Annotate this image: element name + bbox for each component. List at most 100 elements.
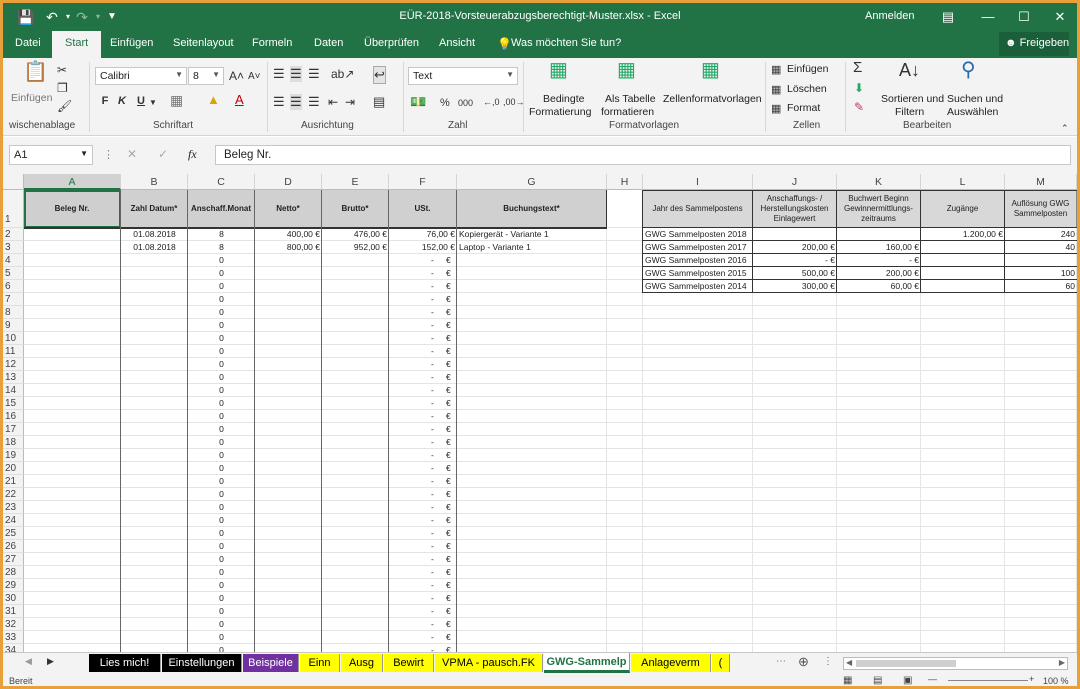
cancel-icon[interactable]: ✕: [127, 147, 137, 161]
find-select-label-2[interactable]: Auswählen: [947, 106, 998, 118]
header-cell-a[interactable]: Beleg Nr.: [24, 190, 121, 228]
sheet-tab-5[interactable]: Bewirt: [384, 654, 434, 672]
sheet-tab-2[interactable]: Beispiele: [243, 654, 299, 672]
page-break-view-icon[interactable]: ▣: [903, 675, 912, 686]
cell-f-dash[interactable]: -: [429, 345, 439, 357]
chevron-down-icon[interactable]: ▼: [149, 95, 157, 111]
cell-d3[interactable]: 800,00 €: [255, 241, 322, 253]
format-as-table-label-2[interactable]: formatieren: [601, 106, 654, 118]
zoom-in-icon[interactable]: +: [1029, 674, 1034, 684]
paste-icon[interactable]: 📋: [23, 62, 48, 88]
fill-icon[interactable]: ⬇: [854, 80, 864, 96]
cell-f-euro[interactable]: €: [444, 358, 456, 370]
cell-e2[interactable]: 476,00 €: [322, 228, 389, 240]
increase-decimal-icon[interactable]: ←,0: [483, 94, 500, 110]
gwg-cell-k3[interactable]: 160,00 €: [837, 241, 921, 253]
row-header[interactable]: 3: [3, 241, 24, 254]
cell-g2[interactable]: Kopiergerät - Variante 1: [457, 228, 607, 240]
column-header-m[interactable]: M: [1005, 174, 1077, 190]
orientation-icon[interactable]: ab↗: [331, 66, 354, 82]
sort-filter-label[interactable]: Sortieren und: [881, 93, 944, 105]
align-middle-icon[interactable]: ☰: [290, 66, 302, 82]
row-header[interactable]: 17: [3, 423, 24, 436]
sheet-tab-6[interactable]: VPMA - pausch.FK: [435, 654, 543, 672]
split-handle-icon[interactable]: ⋮: [823, 656, 833, 667]
row-header[interactable]: 1: [3, 190, 24, 228]
cell-f-dash[interactable]: -: [429, 254, 439, 266]
cell-c-zero[interactable]: 0: [188, 566, 255, 578]
row-header[interactable]: 13: [3, 371, 24, 384]
more-tabs-icon[interactable]: ⋯: [776, 656, 786, 667]
cell-c-zero[interactable]: 0: [188, 553, 255, 565]
conditional-formatting-icon[interactable]: ▦: [549, 60, 568, 80]
cell-c-zero[interactable]: 0: [188, 293, 255, 305]
cell-f-dash[interactable]: -: [429, 462, 439, 474]
zoom-out-icon[interactable]: —: [928, 674, 937, 684]
underline-button[interactable]: U: [134, 95, 148, 107]
cell-c-zero[interactable]: 0: [188, 371, 255, 383]
gwg-cell-j4[interactable]: - €: [753, 254, 837, 266]
row-header[interactable]: 9: [3, 319, 24, 332]
search-icon[interactable]: ⚲: [961, 60, 976, 80]
gwg-cell-i4[interactable]: GWG Sammelposten 2016: [643, 254, 753, 266]
cell-c-zero[interactable]: 0: [188, 475, 255, 487]
cell-c-zero[interactable]: 0: [188, 618, 255, 630]
cell-f-dash[interactable]: -: [429, 319, 439, 331]
autosum-icon[interactable]: Σ: [853, 60, 862, 76]
cell-f-euro[interactable]: €: [444, 436, 456, 448]
cell-f-euro[interactable]: €: [444, 410, 456, 422]
cell-c-zero[interactable]: 0: [188, 644, 255, 652]
new-sheet-icon[interactable]: ⊕: [798, 654, 809, 670]
clear-icon[interactable]: ✎: [854, 99, 864, 115]
cell-f-dash[interactable]: -: [429, 423, 439, 435]
font-name-select[interactable]: Calibri ▼: [95, 67, 187, 85]
percent-button[interactable]: %: [440, 95, 450, 111]
cell-f-dash[interactable]: -: [429, 410, 439, 422]
cell-f-euro[interactable]: €: [444, 280, 456, 292]
row-header[interactable]: 26: [3, 540, 24, 553]
header-cell-b[interactable]: Zahl Datum*: [121, 190, 188, 228]
currency-icon[interactable]: 💵: [410, 94, 426, 110]
cell-f2[interactable]: 76,00 €: [389, 228, 457, 240]
align-bottom-icon[interactable]: ☰: [308, 66, 320, 82]
cell-f-euro[interactable]: €: [444, 618, 456, 630]
cell-f-dash[interactable]: -: [429, 306, 439, 318]
cell-g3[interactable]: Laptop - Variante 1: [457, 241, 607, 253]
enter-icon[interactable]: ✓: [158, 147, 168, 161]
column-header-k[interactable]: K: [837, 174, 921, 190]
cell-c-zero[interactable]: 0: [188, 306, 255, 318]
header-cell-c[interactable]: Anschaff.Monat: [188, 190, 255, 228]
cell-f-dash[interactable]: -: [429, 618, 439, 630]
insert-function-icon[interactable]: fx: [188, 147, 197, 162]
cell-c-zero[interactable]: 0: [188, 397, 255, 409]
column-header-f[interactable]: F: [389, 174, 457, 190]
tab-start[interactable]: Start: [52, 31, 102, 58]
header-cell-m[interactable]: Auflösung GWG Sammelposten: [1005, 190, 1077, 228]
minimize-button[interactable]: —: [975, 8, 1001, 26]
row-header[interactable]: 5: [3, 267, 24, 280]
cell-f3[interactable]: 152,00 €: [389, 241, 457, 253]
row-header[interactable]: 34: [3, 644, 24, 652]
cell-f-euro[interactable]: €: [444, 423, 456, 435]
formula-input[interactable]: Beleg Nr.: [215, 145, 1071, 165]
cell-f-euro[interactable]: €: [444, 579, 456, 591]
gwg-cell-l6[interactable]: [921, 280, 1005, 292]
gwg-cell-j5[interactable]: 500,00 €: [753, 267, 837, 279]
cell-f-euro[interactable]: €: [444, 644, 456, 652]
header-cell-j[interactable]: Anschaffungs- / Herstellungskosten Einla…: [753, 190, 837, 228]
horizontal-scrollbar[interactable]: ◀ ▶: [843, 657, 1068, 670]
cell-c-zero[interactable]: 0: [188, 423, 255, 435]
cell-f-euro[interactable]: €: [444, 332, 456, 344]
cell-f-dash[interactable]: -: [429, 293, 439, 305]
number-format-select[interactable]: Text ▼: [408, 67, 518, 85]
format-cells-icon[interactable]: ▦: [771, 101, 781, 117]
cell-f-euro[interactable]: €: [444, 384, 456, 396]
cell-f-dash[interactable]: -: [429, 449, 439, 461]
tab-datei[interactable]: Datei: [15, 37, 41, 49]
share-button[interactable]: ☻ Freigeben: [999, 32, 1069, 56]
scroll-left-icon[interactable]: ◀: [846, 658, 852, 667]
select-all-corner[interactable]: [3, 174, 24, 190]
gwg-cell-i2[interactable]: GWG Sammelposten 2018: [643, 228, 753, 240]
cell-f-dash[interactable]: -: [429, 267, 439, 279]
cell-c-zero[interactable]: 0: [188, 579, 255, 591]
